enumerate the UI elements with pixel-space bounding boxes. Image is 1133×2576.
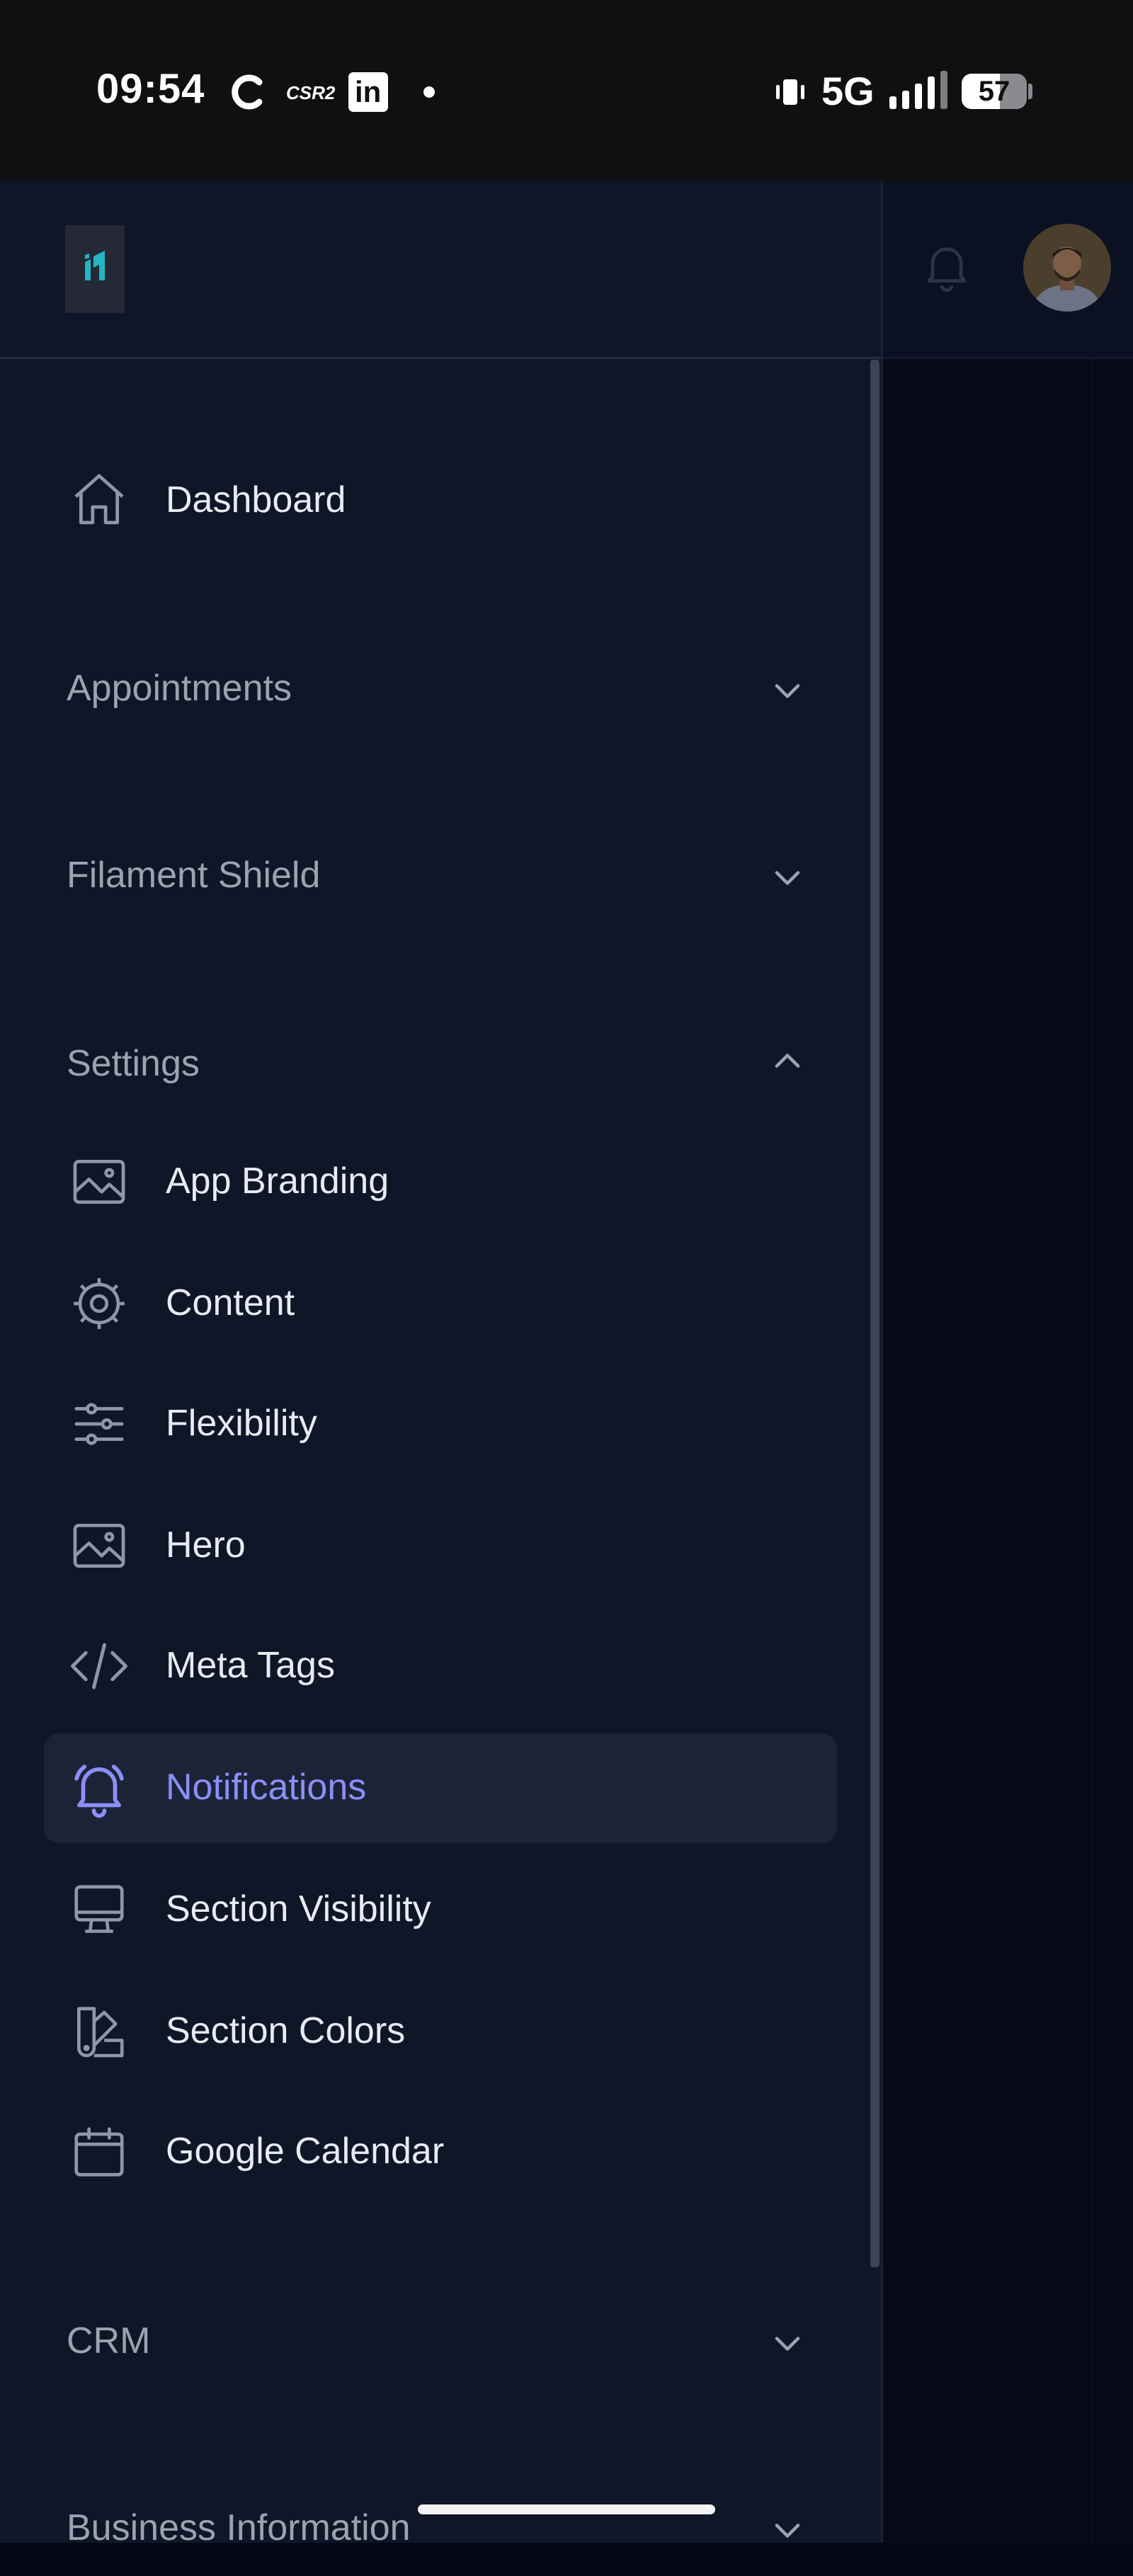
main-divider (1091, 359, 1093, 2543)
sidebar: Dashboard Appointments Filament Shield S… (0, 181, 881, 2548)
sidebar-item-label: Notifications (166, 1767, 367, 1808)
image-icon (66, 1149, 132, 1215)
sidebar-item-label: Flexibility (166, 1403, 317, 1444)
user-avatar[interactable] (1023, 224, 1111, 312)
group-business-information[interactable]: Business Information (0, 2470, 850, 2576)
bell-icon[interactable] (918, 235, 975, 300)
group-filament-shield[interactable]: Filament Shield (0, 821, 850, 928)
sidebar-item-label: Section Visibility (166, 1888, 431, 1930)
sliders-icon (66, 1391, 132, 1457)
chevron-down-icon (775, 2524, 800, 2538)
vibrate-icon (773, 75, 807, 113)
sidebar-item-flexibility[interactable]: Flexibility (0, 1371, 850, 1477)
battery-icon: 57 (962, 74, 1032, 109)
group-crm[interactable]: CRM (0, 2287, 850, 2393)
sidebar-item-notifications[interactable]: Notifications (0, 1735, 850, 1841)
home-indicator[interactable] (418, 2504, 715, 2514)
sidebar-item-label: Google Calendar (166, 2131, 445, 2172)
chevron-down-icon (775, 871, 800, 885)
sidebar-item-label: Content (166, 1282, 295, 1323)
status-bar: 09:54 CSR2 in 5G 57 (0, 0, 1133, 181)
battery-level: 57 (978, 76, 1010, 107)
main-content-overlay[interactable] (883, 359, 1133, 2543)
group-appointments[interactable]: Appointments (0, 634, 850, 741)
image-icon (66, 1512, 132, 1579)
notification-dot-icon (423, 86, 435, 98)
sidebar-item-content[interactable]: Content (0, 1250, 850, 1357)
group-label: Filament Shield (67, 855, 321, 896)
signal-icon (888, 71, 947, 114)
group-label: Settings (67, 1043, 200, 1084)
swatch-icon (66, 1998, 132, 2065)
sidebar-scrollbar[interactable] (870, 360, 879, 2267)
monitor-icon (66, 1876, 132, 1943)
sidebar-item-section-visibility[interactable]: Section Visibility (0, 1857, 850, 1963)
group-label: Business Information (67, 2507, 411, 2548)
chevron-down-icon (775, 684, 800, 698)
home-icon (66, 466, 132, 532)
cog-icon (66, 1270, 132, 1337)
chevron-up-icon (775, 1054, 800, 1068)
sidebar-item-meta-tags[interactable]: Meta Tags (0, 1613, 850, 1719)
c-app-icon (231, 72, 263, 115)
sidebar-item-app-branding[interactable]: App Branding (0, 1129, 850, 1235)
sidebar-item-label: Hero (166, 1524, 246, 1566)
calendar-icon (66, 2119, 132, 2185)
code-icon (66, 1633, 132, 1699)
group-settings[interactable]: Settings (0, 1008, 850, 1115)
group-label: CRM (67, 2320, 151, 2361)
sidebar-item-label: Meta Tags (166, 1645, 335, 1686)
sidebar-item-label: Dashboard (166, 479, 346, 520)
sidebar-header (0, 181, 881, 359)
sidebar-item-dashboard[interactable]: Dashboard (0, 446, 850, 552)
chevron-down-icon (775, 2337, 800, 2351)
linkedin-icon: in (348, 72, 388, 112)
sidebar-item-hero[interactable]: Hero (0, 1493, 850, 1599)
linkedin-label: in (355, 75, 382, 108)
csr2-icon: CSR2 (286, 82, 336, 103)
status-time: 09:54 (96, 66, 205, 112)
sidebar-item-section-colors[interactable]: Section Colors (0, 1978, 850, 2085)
bell-alert-icon (66, 1755, 132, 1821)
topbar (883, 181, 1133, 359)
sidebar-item-google-calendar[interactable]: Google Calendar (0, 2099, 850, 2205)
group-label: Appointments (67, 668, 292, 709)
sidebar-item-label: Section Colors (166, 2010, 406, 2051)
sidebar-item-label: App Branding (166, 1161, 389, 1202)
network-type: 5G (821, 69, 875, 113)
app-logo-icon[interactable] (65, 225, 125, 313)
